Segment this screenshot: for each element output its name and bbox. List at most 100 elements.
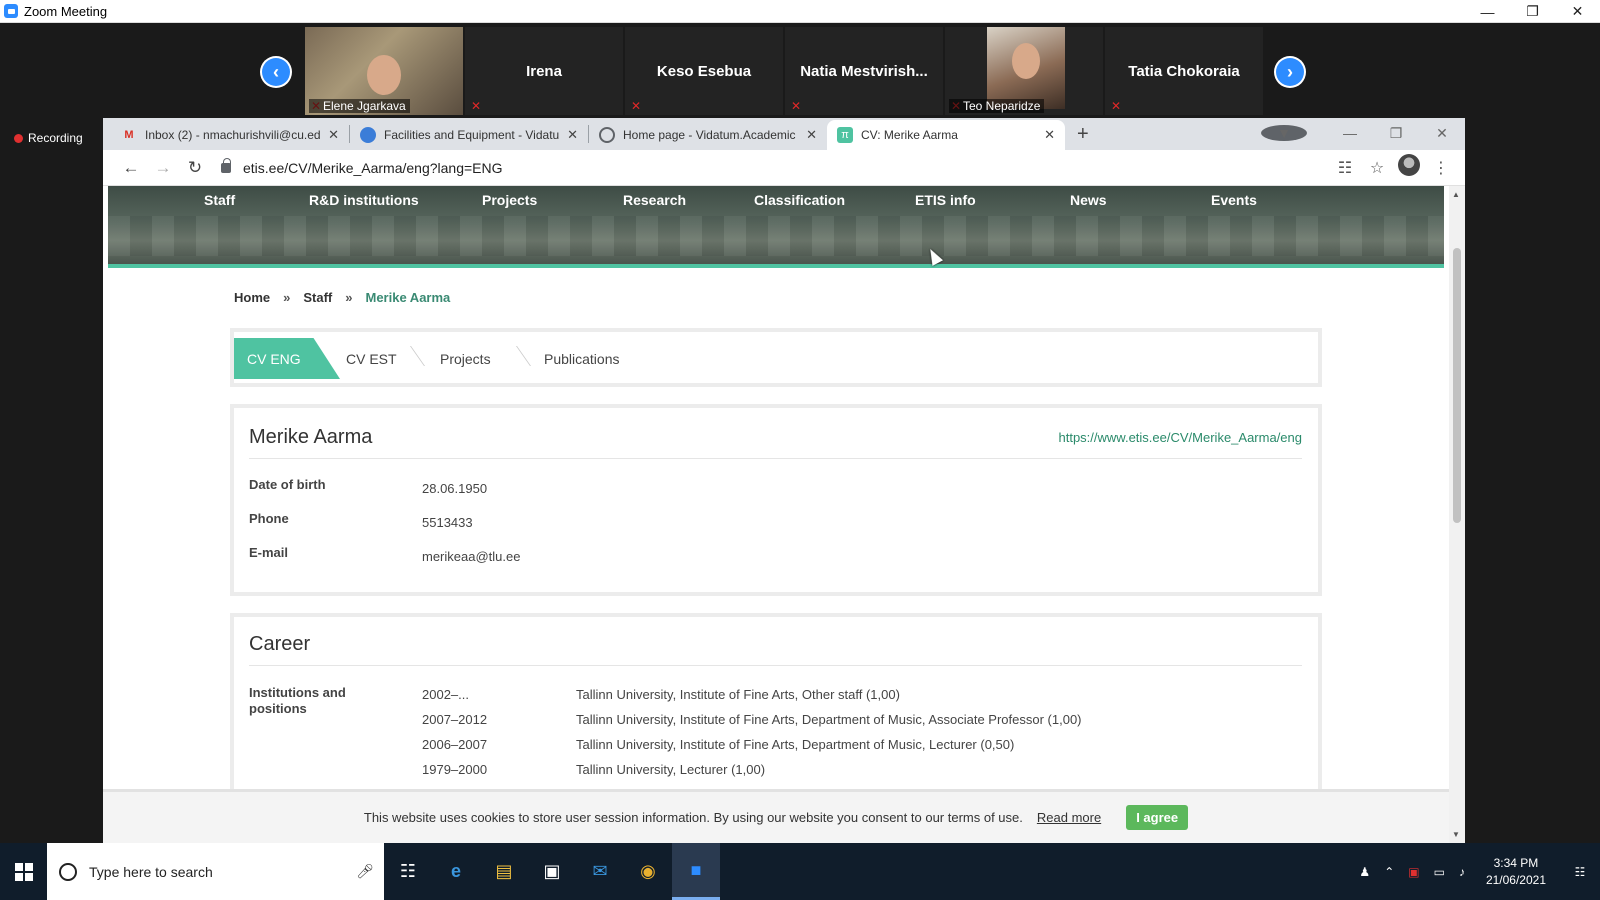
participant-tile[interactable]: Natia Mestvirish... ✕ (785, 27, 943, 115)
breadcrumb-home[interactable]: Home (234, 290, 270, 305)
bookmark-star-icon[interactable]: ☆ (1361, 158, 1393, 178)
tab-close-icon[interactable]: ✕ (806, 127, 817, 143)
network-icon[interactable]: ▭ (1434, 865, 1445, 879)
nav-item-events[interactable]: Events (1211, 192, 1257, 208)
zoom-logo-icon (4, 4, 18, 18)
tab-close-icon[interactable]: ✕ (1044, 127, 1055, 143)
mail-icon[interactable]: ✉ (576, 843, 624, 900)
clock[interactable]: 3:34 PM 21/06/2021 (1486, 855, 1546, 889)
previous-page-button[interactable]: ‹ (260, 56, 292, 88)
dob-value: 28.06.1950 (422, 481, 488, 496)
email-label: E-mail (249, 545, 289, 560)
tab-cv-est[interactable]: CV EST (346, 338, 397, 379)
agree-button[interactable]: I agree (1126, 805, 1189, 830)
tab-close-icon[interactable]: ✕ (328, 127, 339, 143)
career-card: Career Institutions and positions 2002–.… (230, 613, 1322, 813)
career-years: 2006–2007 (422, 737, 488, 752)
reload-icon[interactable]: ↻ (179, 158, 211, 178)
recording-label: Recording (28, 131, 83, 145)
career-years: 2007–2012 (422, 712, 488, 727)
scroll-up-icon[interactable]: ▲ (1452, 190, 1460, 199)
browser-window-controls: ▼ — ❐ ✕ (1261, 118, 1465, 148)
nav-item-research[interactable]: Research (623, 192, 686, 208)
next-page-button[interactable]: › (1274, 56, 1306, 88)
participant-name: Irena (526, 63, 562, 80)
mic-muted-icon: ✕ (791, 99, 802, 113)
browser-restore-button[interactable]: ❐ (1373, 125, 1419, 142)
clock-time: 3:34 PM (1493, 855, 1539, 870)
profile-avatar[interactable] (1393, 154, 1425, 181)
participant-tile[interactable]: ✕ Elene Jgarkava (305, 27, 463, 115)
address-bar[interactable]: etis.ee/CV/Merike_Aarma/eng?lang=ENG (221, 154, 1329, 182)
back-arrow-icon[interactable]: ← (115, 158, 147, 178)
participant-tile[interactable]: Tatia Chokoraia ✕ (1105, 27, 1263, 115)
browser-tab[interactable]: Home page - Vidatum.Academic ✕ (589, 120, 827, 150)
nav-item-rd-institutions[interactable]: R&D institutions (309, 192, 419, 208)
url-text: etis.ee/CV/Merike_Aarma/eng?lang=ENG (243, 159, 503, 176)
tab-divider (396, 346, 426, 366)
nav-item-staff[interactable]: Staff (204, 192, 235, 208)
scrollbar-thumb[interactable] (1453, 248, 1461, 523)
chevron-left-icon: ‹ (262, 58, 290, 86)
forward-arrow-icon[interactable]: → (147, 158, 179, 178)
file-explorer-icon[interactable]: ▤ (480, 843, 528, 900)
nav-item-projects[interactable]: Projects (482, 192, 537, 208)
browser-tab[interactable]: Facilities and Equipment - Vidatu ✕ (350, 120, 588, 150)
menu-kebab-icon[interactable]: ⋮ (1425, 158, 1457, 178)
show-hidden-icons-chevron-icon[interactable]: ⌃ (1384, 865, 1394, 879)
start-button[interactable] (0, 843, 47, 900)
career-position: Tallinn University, Institute of Fine Ar… (576, 737, 1015, 752)
zoom-app-icon[interactable]: ■ (672, 843, 720, 900)
edge-icon[interactable]: e (432, 843, 480, 900)
browser-tab[interactable]: M Inbox (2) - nmachurishvili@cu.ed ✕ (111, 120, 349, 150)
tab-title: CV: Merike Aarma (861, 128, 958, 142)
mic-muted-icon: ✕ (1111, 99, 1122, 113)
store-icon[interactable]: ▣ (528, 843, 576, 900)
nav-item-news[interactable]: News (1070, 192, 1107, 208)
page-scrollbar[interactable]: ▲ ▼ (1449, 186, 1465, 843)
close-button[interactable]: ✕ (1555, 0, 1600, 23)
people-icon[interactable]: ♟ (1359, 865, 1370, 879)
tab-search-icon[interactable]: ▼ (1261, 125, 1307, 141)
breadcrumb-staff[interactable]: Staff (303, 290, 332, 305)
browser-close-button[interactable]: ✕ (1419, 125, 1465, 142)
cv-permalink[interactable]: https://www.etis.ee/CV/Merike_Aarma/eng (1059, 430, 1303, 445)
cv-tabs: CV ENG CV EST Projects Publications (230, 328, 1322, 387)
career-position: Tallinn University, Lecturer (1,00) (576, 762, 766, 777)
breadcrumb-separator: » (283, 290, 291, 305)
phone-label: Phone (249, 511, 289, 526)
participant-name: Teo Neparidze (949, 99, 1045, 113)
browser-minimize-button[interactable]: — (1327, 125, 1373, 141)
participant-tile[interactable]: Irena ✕ (465, 27, 623, 115)
windows-taskbar: Type here to search 🎤︎ ☷ e ▤ ▣ ✉ ◉ ■ ♟ ⌃… (0, 843, 1600, 900)
nav-item-classification[interactable]: Classification (754, 192, 845, 208)
tab-cv-eng[interactable]: CV ENG (234, 338, 340, 379)
chrome-icon[interactable]: ◉ (624, 843, 672, 900)
scroll-down-icon[interactable]: ▼ (1452, 830, 1460, 839)
vidatum-icon (360, 127, 376, 143)
browser-tab-active[interactable]: π CV: Merike Aarma ✕ (827, 120, 1065, 150)
lock-icon (221, 157, 231, 173)
microphone-icon[interactable]: 🎤︎ (356, 863, 374, 880)
volume-icon[interactable]: ♪ (1459, 865, 1465, 879)
tab-projects[interactable]: Projects (440, 338, 491, 379)
new-tab-button[interactable]: + (1077, 123, 1089, 146)
nav-item-etis-info[interactable]: ETIS info (915, 192, 976, 208)
translate-icon[interactable]: ☷ (1329, 158, 1361, 178)
participant-tile[interactable]: ✕ Teo Neparidze (945, 27, 1103, 115)
read-more-link[interactable]: Read more (1037, 810, 1101, 825)
notifications-icon[interactable]: ☷ (1560, 843, 1600, 900)
institutions-label: Institutions and positions (249, 685, 346, 716)
divider (249, 665, 1302, 666)
taskbar-search[interactable]: Type here to search 🎤︎ (47, 843, 384, 900)
security-icon[interactable]: ▣ (1408, 865, 1419, 879)
tab-divider (502, 346, 532, 366)
participant-tile[interactable]: Keso Esebua ✕ (625, 27, 783, 115)
minimize-button[interactable]: — (1465, 0, 1510, 23)
task-view-icon[interactable]: ☷ (384, 843, 432, 900)
clock-date: 21/06/2021 (1485, 872, 1546, 887)
restore-button[interactable]: ❐ (1510, 0, 1555, 23)
tab-close-icon[interactable]: ✕ (567, 127, 578, 143)
tab-publications[interactable]: Publications (544, 338, 620, 379)
career-years: 1979–2000 (422, 762, 488, 777)
